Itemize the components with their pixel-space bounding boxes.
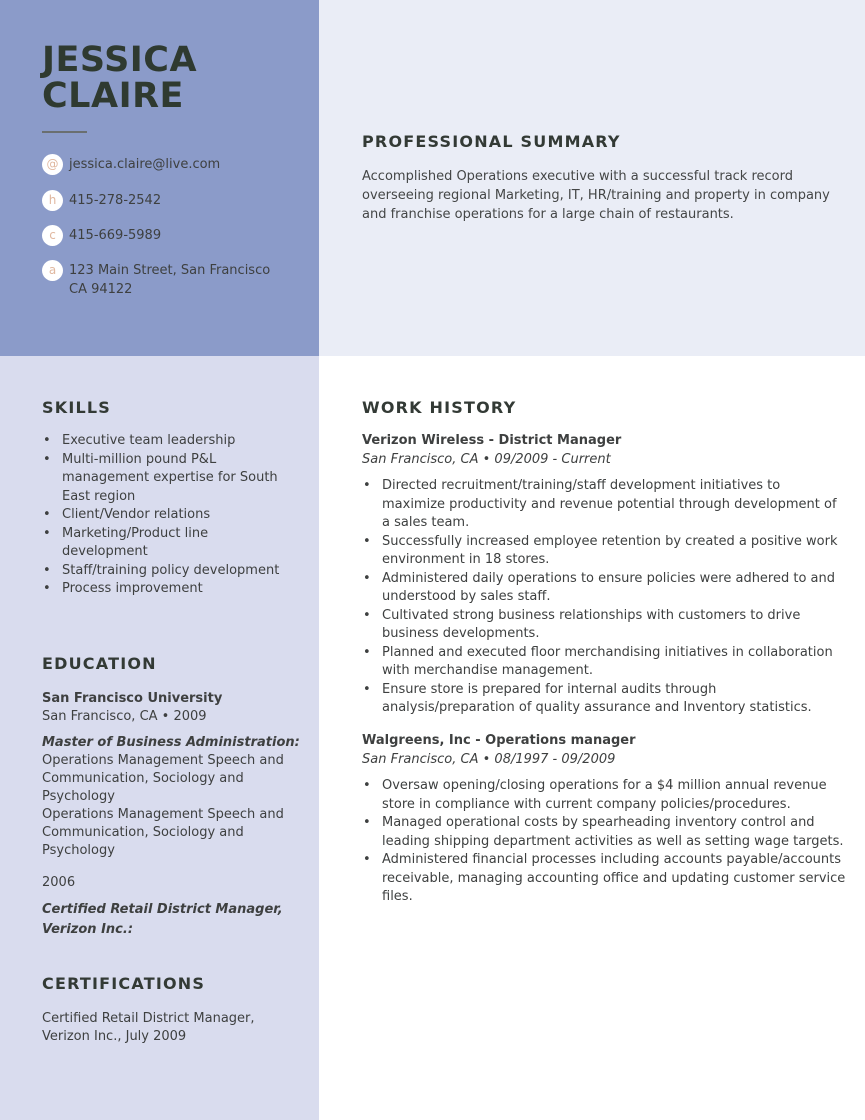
- job-bullet: Managed operational costs by spearheadin…: [362, 814, 847, 851]
- last-name: CLAIRE: [42, 76, 184, 116]
- contact-cell-phone: c 415-669-5989: [42, 225, 312, 246]
- skill-item: Client/Vendor relations: [42, 506, 292, 525]
- contact-home-phone-text: 415-278-2542: [69, 193, 162, 208]
- first-name: JESSICA: [42, 40, 198, 80]
- education-degree: Master of Business Administration:: [42, 735, 300, 750]
- skills-list: Executive team leadership Multi-million …: [42, 432, 292, 599]
- email-icon: @: [42, 154, 63, 175]
- education-entry: San Francisco University San Francisco, …: [42, 690, 302, 940]
- skill-item: Marketing/Product line development: [42, 525, 292, 562]
- education-year: 2006: [42, 875, 76, 890]
- contact-address-text: 123 Main Street, San Francisco CA 94122: [69, 263, 271, 297]
- education-title: EDUCATION: [42, 654, 157, 673]
- certifications-text: Certified Retail District Manager, Veriz…: [42, 1011, 255, 1044]
- contact-cell-phone-text: 415-669-5989: [69, 228, 162, 243]
- job-bullet: Administered daily operations to ensure …: [362, 570, 847, 607]
- candidate-name: JESSICA CLAIRE: [42, 42, 197, 114]
- job-meta: San Francisco, CA • 09/2009 - Current: [362, 452, 611, 467]
- job-bullet: Oversaw opening/closing operations for a…: [362, 777, 847, 814]
- certifications-title: CERTIFICATIONS: [42, 974, 206, 993]
- work-history-title: WORK HISTORY: [362, 398, 517, 417]
- address-icon: a: [42, 260, 63, 281]
- skill-item: Multi-million pound P&L management exper…: [42, 451, 292, 507]
- job-bullet: Cultivated strong business relationships…: [362, 607, 847, 644]
- job-entry: Verizon Wireless - District Manager San …: [362, 432, 847, 718]
- skill-item: Staff/training policy development: [42, 562, 292, 581]
- job-bullet: Planned and executed floor merchandising…: [362, 644, 847, 681]
- home-phone-icon: h: [42, 190, 63, 211]
- job-meta: San Francisco, CA • 08/1997 - 09/2009: [362, 752, 616, 767]
- education-details: Operations Management Speech and Communi…: [42, 753, 284, 804]
- summary-title: PROFESSIONAL SUMMARY: [362, 132, 621, 151]
- contact-home-phone: h 415-278-2542: [42, 190, 312, 211]
- contact-email-text[interactable]: jessica.claire@live.com: [69, 155, 220, 174]
- cell-phone-icon: c: [42, 225, 63, 246]
- job-title: Walgreens, Inc - Operations manager: [362, 733, 636, 748]
- job-entry: Walgreens, Inc - Operations manager San …: [362, 732, 847, 907]
- job-title: Verizon Wireless - District Manager: [362, 433, 622, 448]
- skill-item: Process improvement: [42, 580, 292, 599]
- job-bullet: Ensure store is prepared for internal au…: [362, 681, 847, 718]
- skills-title: SKILLS: [42, 398, 111, 417]
- job-bullets: Oversaw opening/closing operations for a…: [362, 777, 847, 907]
- job-bullet: Successfully increased employee retentio…: [362, 533, 847, 570]
- education-location: San Francisco, CA • 2009: [42, 709, 207, 724]
- skill-item: Executive team leadership: [42, 432, 292, 451]
- education-school: San Francisco University: [42, 691, 223, 706]
- education-cert-heading: Certified Retail District Manager, Veriz…: [42, 902, 283, 937]
- summary-text: Accomplished Operations executive with a…: [362, 169, 830, 222]
- job-bullets: Directed recruitment/training/staff deve…: [362, 477, 847, 718]
- contact-address: a 123 Main Street, San Francisco CA 9412…: [42, 260, 312, 299]
- job-bullet: Directed recruitment/training/staff deve…: [362, 477, 847, 533]
- education-details: Operations Management Speech and Communi…: [42, 807, 284, 858]
- contact-email: @ jessica.claire@live.com: [42, 154, 312, 175]
- name-divider: [42, 131, 87, 133]
- job-bullet: Administered financial processes includi…: [362, 851, 847, 907]
